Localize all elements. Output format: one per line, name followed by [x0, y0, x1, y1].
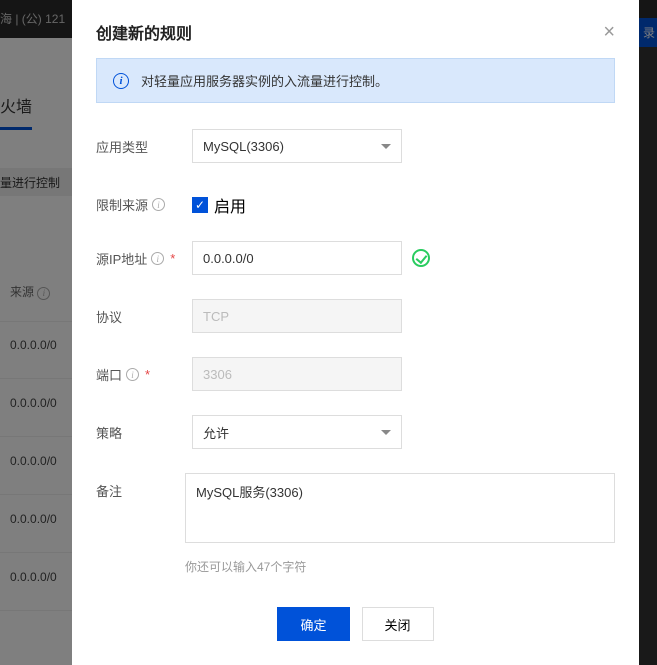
select-policy-value: 允许 [203, 423, 229, 442]
row-protocol: 协议 [96, 299, 615, 333]
create-rule-modal: 创建新的规则 × i 对轻量应用服务器实例的入流量进行控制。 应用类型 MySQ… [72, 0, 639, 665]
chevron-down-icon [381, 430, 391, 435]
select-policy[interactable]: 允许 [192, 415, 402, 449]
ok-button[interactable]: 确定 [277, 607, 349, 641]
enable-checkbox-wrap[interactable]: ✓ 启用 [192, 187, 246, 217]
select-app-type[interactable]: MySQL(3306) [192, 129, 402, 163]
remark-hint: 你还可以输入47个字符 [185, 558, 615, 575]
modal-title: 创建新的规则 [96, 20, 192, 44]
row-remark: 备注 你还可以输入47个字符 [96, 473, 615, 575]
input-source-ip[interactable] [192, 241, 402, 275]
row-app-type: 应用类型 MySQL(3306) [96, 129, 615, 163]
label-remark: 备注 [96, 473, 185, 500]
help-icon[interactable]: i [151, 252, 164, 265]
label-restrict-source: 限制来源 i [96, 187, 192, 214]
info-icon: i [113, 73, 129, 89]
row-policy: 策略 允许 [96, 415, 615, 449]
label-protocol: 协议 [96, 299, 192, 326]
modal-header: 创建新的规则 × [72, 0, 639, 58]
select-app-type-value: MySQL(3306) [203, 139, 284, 154]
input-protocol [192, 299, 402, 333]
close-icon[interactable]: × [603, 22, 615, 42]
close-button[interactable]: 关闭 [362, 607, 434, 641]
label-port: 端口 i * [96, 357, 192, 384]
required-mark: * [170, 251, 175, 266]
textarea-remark[interactable] [185, 473, 615, 543]
help-icon[interactable]: i [152, 198, 165, 211]
row-port: 端口 i * [96, 357, 615, 391]
help-icon[interactable]: i [126, 368, 139, 381]
chevron-down-icon [381, 144, 391, 149]
valid-check-icon [412, 249, 430, 267]
label-app-type: 应用类型 [96, 129, 192, 156]
info-banner: i 对轻量应用服务器实例的入流量进行控制。 [96, 58, 615, 103]
row-restrict-source: 限制来源 i ✓ 启用 [96, 187, 615, 217]
input-port [192, 357, 402, 391]
label-source-ip: 源IP地址 i * [96, 241, 192, 268]
modal-body: i 对轻量应用服务器实例的入流量进行控制。 应用类型 MySQL(3306) 限… [72, 58, 639, 589]
checkbox-enable-label: 启用 [214, 193, 246, 217]
modal-footer: 确定 关闭 [72, 589, 639, 665]
checkbox-enable[interactable]: ✓ [192, 197, 208, 213]
info-text: 对轻量应用服务器实例的入流量进行控制。 [141, 71, 388, 90]
row-source-ip: 源IP地址 i * [96, 241, 615, 275]
label-policy: 策略 [96, 415, 192, 442]
required-mark: * [145, 367, 150, 382]
